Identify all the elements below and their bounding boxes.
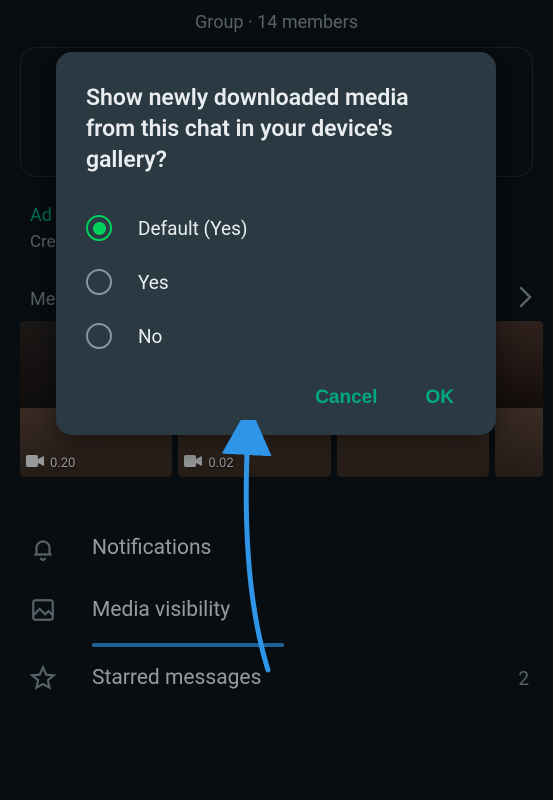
dialog-actions: Cancel OK xyxy=(86,363,466,413)
dialog-title: Show newly downloaded media from this ch… xyxy=(86,82,466,175)
radio-option-no[interactable]: No xyxy=(86,309,466,363)
radio-group: Default (Yes) Yes No xyxy=(86,175,466,363)
radio-label: Yes xyxy=(138,271,169,294)
group-info-page: Group · 14 members Ad Cre Me 0.20 0 xyxy=(0,0,553,800)
media-visibility-dialog: Show newly downloaded media from this ch… xyxy=(56,52,496,435)
cancel-button[interactable]: Cancel xyxy=(315,387,377,409)
ok-button[interactable]: OK xyxy=(426,387,455,409)
radio-unchecked-icon xyxy=(86,269,112,295)
radio-unchecked-icon xyxy=(86,323,112,349)
radio-option-yes[interactable]: Yes xyxy=(86,255,466,309)
radio-label: No xyxy=(138,325,162,348)
radio-checked-icon xyxy=(86,215,112,241)
radio-option-default[interactable]: Default (Yes) xyxy=(86,201,466,255)
radio-label: Default (Yes) xyxy=(138,217,248,240)
